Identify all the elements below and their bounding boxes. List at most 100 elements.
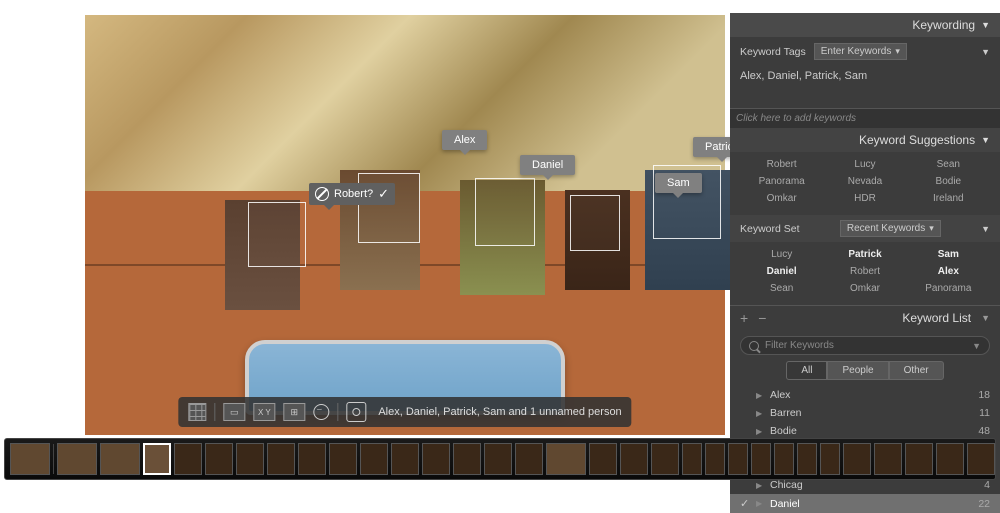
- expand-icon[interactable]: ▶: [756, 499, 764, 508]
- loupe-toolbar: ▭ X Y ⊞ Alex, Daniel, Patrick, Sam and 1…: [178, 397, 631, 427]
- confirm-icon[interactable]: ✓: [378, 186, 389, 202]
- filmstrip-thumb[interactable]: [205, 443, 233, 475]
- keyword-set-item[interactable]: Panorama: [907, 280, 990, 297]
- suggestion-item[interactable]: Nevada: [823, 173, 906, 190]
- filmstrip-thumb[interactable]: [391, 443, 419, 475]
- keyword-count: 48: [978, 425, 990, 437]
- expand-icon[interactable]: ▶: [756, 409, 764, 418]
- keyword-name: Bodie: [770, 425, 972, 437]
- survey-view-button[interactable]: ⊞: [283, 403, 305, 421]
- keyword-set-item[interactable]: Sam: [907, 246, 990, 263]
- filter-placeholder: Filter Keywords: [765, 340, 966, 351]
- expand-icon[interactable]: ▶: [756, 391, 764, 400]
- filmstrip-thumb[interactable]: [651, 443, 679, 475]
- filter-tab-all[interactable]: All: [786, 361, 827, 380]
- main-image-view[interactable]: Robert? ✓ Alex Daniel Sam Patrick ▭ X Y …: [85, 15, 725, 435]
- keyword-list-row[interactable]: ▶Alex18: [730, 386, 1000, 404]
- people-summary-text: Alex, Daniel, Patrick, Sam and 1 unnamed…: [378, 406, 621, 418]
- keyword-set-item[interactable]: Alex: [907, 263, 990, 280]
- expand-icon[interactable]: ▶: [756, 427, 764, 436]
- divider: [214, 403, 215, 421]
- face-name-tag[interactable]: Alex: [442, 130, 487, 150]
- face-name-tag[interactable]: Sam: [655, 173, 702, 193]
- filmstrip-thumb[interactable]: [453, 443, 481, 475]
- suggestion-item[interactable]: Robert: [740, 156, 823, 173]
- filter-tab-other[interactable]: Other: [889, 361, 944, 380]
- filmstrip-thumb[interactable]: [236, 443, 264, 475]
- face-region-daniel[interactable]: [475, 178, 535, 246]
- keyword-name: Alex: [770, 389, 972, 401]
- filmstrip-thumb[interactable]: [774, 443, 794, 475]
- filmstrip-thumb[interactable]: [936, 443, 964, 475]
- filmstrip-thumb[interactable]: [329, 443, 357, 475]
- filmstrip-thumb[interactable]: [298, 443, 326, 475]
- filmstrip-thumb[interactable]: [589, 443, 617, 475]
- keyword-set-dropdown[interactable]: Recent Keywords▾: [840, 220, 941, 237]
- filter-tab-people[interactable]: People: [827, 361, 888, 380]
- filmstrip-thumb[interactable]: [360, 443, 388, 475]
- collapse-icon: ▼: [981, 313, 990, 323]
- grid-view-button[interactable]: [188, 403, 206, 421]
- panel-title: Keywording: [912, 18, 975, 32]
- face-suggestion-tag[interactable]: Robert? ✓: [309, 183, 395, 205]
- keyword-set-item[interactable]: Sean: [740, 280, 823, 297]
- filter-keywords-input[interactable]: Filter Keywords ▼: [740, 336, 990, 355]
- add-keyword-button[interactable]: +: [740, 310, 748, 326]
- keyword-suggestions-header[interactable]: Keyword Suggestions ▼: [730, 128, 1000, 152]
- keyword-set-item[interactable]: Patrick: [823, 246, 906, 263]
- people-view-icon[interactable]: [313, 404, 329, 420]
- collapse-icon: ▼: [981, 135, 990, 145]
- keyword-tags-mode-dropdown[interactable]: Enter Keywords▾: [814, 43, 907, 60]
- filmstrip-thumb[interactable]: [100, 443, 140, 475]
- reject-icon[interactable]: [315, 187, 329, 201]
- suggestion-item[interactable]: Sean: [907, 156, 990, 173]
- filmstrip-thumb[interactable]: [874, 443, 902, 475]
- suggestion-item[interactable]: Omkar: [740, 190, 823, 207]
- draw-face-region-button[interactable]: [346, 402, 366, 422]
- add-keyword-input[interactable]: Click here to add keywords: [730, 108, 1000, 128]
- keywording-panel-header[interactable]: Keywording ▼: [730, 13, 1000, 37]
- suggestion-item[interactable]: HDR: [823, 190, 906, 207]
- filmstrip-thumb[interactable]: [174, 443, 202, 475]
- suggestion-item[interactable]: Panorama: [740, 173, 823, 190]
- suggestion-item[interactable]: Ireland: [907, 190, 990, 207]
- filmstrip-thumb[interactable]: [515, 443, 543, 475]
- filmstrip-thumb[interactable]: [797, 443, 817, 475]
- face-region-sam[interactable]: [570, 195, 620, 251]
- filmstrip-thumb[interactable]: [10, 443, 50, 475]
- filmstrip-thumb[interactable]: [728, 443, 748, 475]
- keyword-set-header: Keyword Set Recent Keywords▾ ▼: [730, 215, 1000, 242]
- compare-view-button[interactable]: X Y: [253, 403, 275, 421]
- keyword-set-item[interactable]: Lucy: [740, 246, 823, 263]
- keyword-set-item[interactable]: Omkar: [823, 280, 906, 297]
- filmstrip-thumb[interactable]: [267, 443, 295, 475]
- suggested-name: Robert?: [334, 188, 373, 200]
- filmstrip-thumb[interactable]: [422, 443, 450, 475]
- loupe-view-button[interactable]: ▭: [223, 403, 245, 421]
- filmstrip-thumb[interactable]: [682, 443, 702, 475]
- keyword-set-item[interactable]: Robert: [823, 263, 906, 280]
- keyword-name: Barren: [770, 407, 973, 419]
- filmstrip-thumb[interactable]: [967, 443, 995, 475]
- suggestion-item[interactable]: Bodie: [907, 173, 990, 190]
- keyword-list-row[interactable]: ✓▶Daniel22: [730, 494, 1000, 513]
- filmstrip-thumb[interactable]: [751, 443, 771, 475]
- face-name-tag[interactable]: Daniel: [520, 155, 575, 175]
- filmstrip-thumb[interactable]: [820, 443, 840, 475]
- remove-keyword-button[interactable]: −: [758, 310, 766, 326]
- keyword-tags-value[interactable]: Alex, Daniel, Patrick, Sam: [740, 66, 990, 102]
- filmstrip-thumb[interactable]: [546, 443, 586, 475]
- filmstrip-thumb[interactable]: [843, 443, 871, 475]
- filmstrip[interactable]: [4, 438, 996, 480]
- filmstrip-thumb[interactable]: [57, 443, 97, 475]
- face-region-unnamed[interactable]: [248, 202, 306, 267]
- filmstrip-thumb[interactable]: [705, 443, 725, 475]
- keyword-set-item[interactable]: Daniel: [740, 263, 823, 280]
- suggestion-item[interactable]: Lucy: [823, 156, 906, 173]
- filmstrip-thumb-selected[interactable]: [143, 443, 171, 475]
- filmstrip-thumb[interactable]: [484, 443, 512, 475]
- expand-icon[interactable]: ▶: [756, 481, 764, 490]
- filmstrip-thumb[interactable]: [905, 443, 933, 475]
- filmstrip-thumb[interactable]: [620, 443, 648, 475]
- keyword-list-row[interactable]: ▶Barren11: [730, 404, 1000, 422]
